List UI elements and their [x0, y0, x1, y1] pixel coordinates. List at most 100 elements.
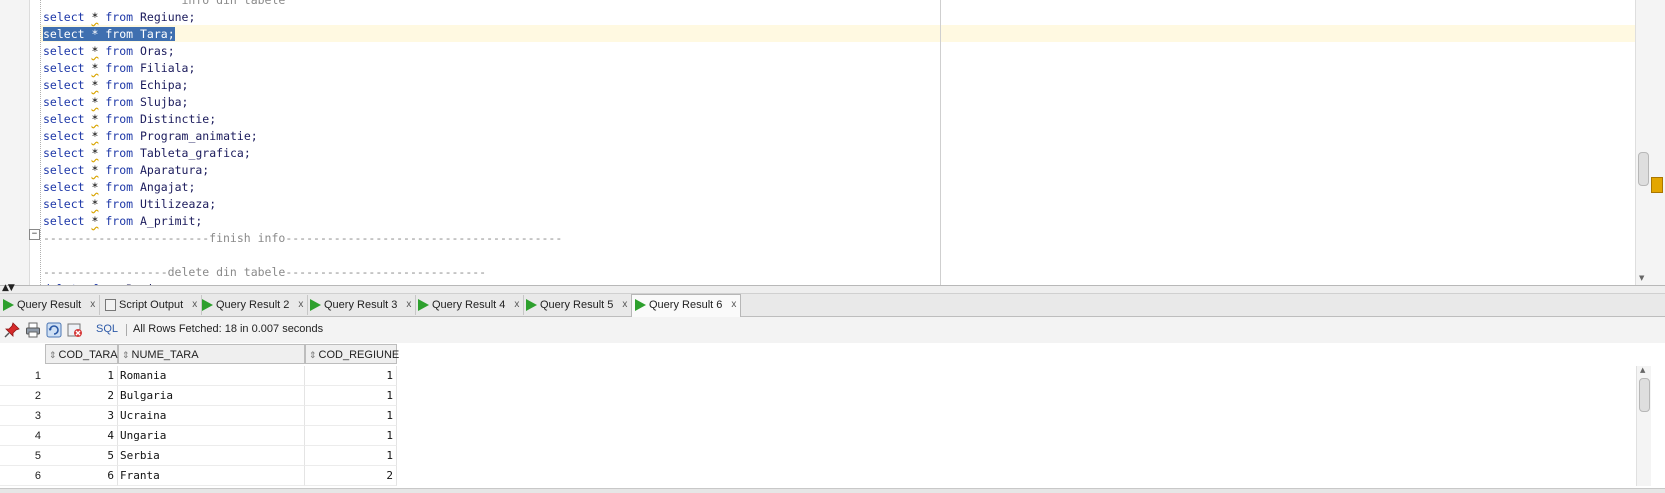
tab-query-result-5[interactable]: Query Result 5 x [523, 295, 633, 315]
tab-query-result-2[interactable]: Query Result 2 x [199, 295, 309, 315]
close-tab-icon[interactable]: x [298, 299, 303, 310]
cell-nume-tara[interactable]: Ucraina [118, 406, 305, 426]
code-lines[interactable]: info din tabele select * from Regiune; sel… [43, 0, 562, 285]
close-tab-icon[interactable]: x [90, 299, 95, 310]
grid-scroll-thumb[interactable] [1639, 378, 1650, 412]
script-icon [105, 299, 116, 312]
cell-cod-regiune[interactable]: 1 [305, 426, 397, 446]
row-number[interactable]: 6 [0, 466, 45, 486]
tab-label: Query Result 2 [216, 299, 290, 312]
row-number[interactable]: 1 [0, 366, 45, 386]
refresh-icon[interactable] [46, 322, 62, 338]
code-line[interactable]: info din tabele [43, 0, 562, 9]
cell-cod-tara[interactable]: 2 [45, 386, 118, 406]
sort-icon[interactable]: ⇕ [309, 350, 317, 360]
cell-cod-regiune[interactable]: 1 [305, 366, 397, 386]
table-row[interactable]: 1 1 Romania 1 [0, 366, 400, 386]
result-grid[interactable]: ⇕ COD_TARA ⇕ NUME_TARA ⇕ COD_REGIUNE 1 1 Roma… [0, 344, 1665, 492]
sql-keyword: from [105, 78, 134, 92]
cell-nume-tara[interactable]: Franta [118, 466, 305, 486]
sql-table-name: Utilizeaza; [140, 197, 217, 211]
cancel-icon[interactable] [67, 322, 83, 338]
sql-table-name: Oras; [140, 44, 175, 58]
column-header-cod-regiune[interactable]: ⇕ COD_REGIUNE [305, 344, 399, 364]
cell-cod-regiune[interactable]: 2 [305, 466, 397, 486]
tab-script-output[interactable]: Script Output x [102, 295, 203, 315]
code-line[interactable] [43, 247, 562, 264]
cell-cod-regiune[interactable]: 1 [305, 406, 397, 426]
column-header-nume-tara[interactable]: ⇕ NUME_TARA [118, 344, 305, 364]
window-bottom-edge [0, 488, 1665, 493]
cell-nume-tara[interactable]: Serbia [118, 446, 305, 466]
code-line[interactable]: select * from Echipa; [43, 77, 562, 94]
cell-cod-tara[interactable]: 5 [45, 446, 118, 466]
table-row[interactable]: 4 4 Ungaria 1 [0, 426, 400, 446]
editor-vertical-scrollbar[interactable]: ▼ [1635, 0, 1650, 285]
code-line[interactable]: select * from Slujba; [43, 94, 562, 111]
row-number[interactable]: 3 [0, 406, 45, 426]
cell-cod-tara[interactable]: 1 [45, 366, 118, 386]
print-icon[interactable] [25, 322, 41, 338]
sql-keyword: select [43, 197, 85, 211]
column-header-cod-tara[interactable]: ⇕ COD_TARA [45, 344, 118, 364]
code-comment: ------------------delete din tabele-----… [43, 265, 487, 279]
code-line[interactable]: select * from Distinctie; [43, 111, 562, 128]
code-line[interactable]: select * from Angajat; [43, 179, 562, 196]
sql-editor[interactable]: info din tabele select * from Regiune; sel… [0, 0, 1665, 286]
code-line[interactable]: select * from Tara; [43, 26, 562, 43]
row-number[interactable]: 5 [0, 446, 45, 466]
cell-cod-regiune[interactable]: 1 [305, 446, 397, 466]
panel-splitter[interactable]: ▲▼ [0, 283, 1665, 294]
table-row[interactable]: 3 3 Ucraina 1 [0, 406, 400, 426]
code-line[interactable]: ------------------delete din tabele-----… [43, 264, 562, 281]
row-number[interactable]: 2 [0, 386, 45, 406]
sql-wildcard: * [91, 163, 99, 177]
cell-cod-tara[interactable]: 4 [45, 426, 118, 446]
cell-cod-tara[interactable]: 6 [45, 466, 118, 486]
tab-query-result-4[interactable]: Query Result 4 x [415, 295, 525, 315]
code-line[interactable]: ------------------------finish info-----… [43, 230, 562, 247]
warning-marker-icon[interactable] [1651, 177, 1663, 193]
cell-cod-tara[interactable]: 3 [45, 406, 118, 426]
table-row[interactable]: 6 6 Franta 2 [0, 466, 400, 486]
code-line[interactable]: select * from Tableta_grafica; [43, 145, 562, 162]
right-margin-line [940, 0, 941, 285]
grid-vertical-scrollbar[interactable]: ▲ [1636, 366, 1651, 486]
sql-link[interactable]: SQL [96, 323, 118, 335]
code-line[interactable]: select * from A_primit; [43, 213, 562, 230]
code-line[interactable]: select * from Aparatura; [43, 162, 562, 179]
table-row[interactable]: 5 5 Serbia 1 [0, 446, 400, 466]
cell-nume-tara[interactable]: Romania [118, 366, 305, 386]
sql-keyword: from [105, 27, 134, 41]
close-tab-icon[interactable]: x [622, 299, 627, 310]
code-line[interactable]: select * from Utilizeaza; [43, 196, 562, 213]
close-tab-icon[interactable]: x [514, 299, 519, 310]
tab-query-result-3[interactable]: Query Result 3 x [307, 295, 417, 315]
close-tab-icon[interactable]: x [406, 299, 411, 310]
row-number[interactable]: 4 [0, 426, 45, 446]
scroll-down-icon[interactable]: ▼ [1639, 274, 1644, 282]
sql-keyword: select [43, 61, 85, 75]
code-line[interactable]: select * from Oras; [43, 43, 562, 60]
sql-keyword: from [105, 95, 134, 109]
code-line[interactable]: select * from Program_animatie; [43, 128, 562, 145]
code-line[interactable]: select * from Filiala; [43, 60, 562, 77]
editor-scroll-thumb[interactable] [1638, 152, 1649, 186]
cell-nume-tara[interactable]: Ungaria [118, 426, 305, 446]
splitter-arrows-icon[interactable]: ▲▼ [2, 283, 15, 293]
pin-icon[interactable] [4, 322, 20, 338]
code-line[interactable]: select * from Regiune; [43, 9, 562, 26]
close-tab-icon[interactable]: x [731, 299, 736, 310]
sort-icon[interactable]: ⇕ [122, 350, 130, 360]
tab-query-result-6[interactable]: Query Result 6 x [631, 294, 742, 317]
cell-cod-regiune[interactable]: 1 [305, 386, 397, 406]
close-tab-icon[interactable]: x [192, 299, 197, 310]
sql-keyword: select [43, 10, 85, 24]
fold-toggle-icon[interactable]: − [29, 229, 40, 240]
sql-keyword: select [43, 129, 85, 143]
cell-nume-tara[interactable]: Bulgaria [118, 386, 305, 406]
sort-icon[interactable]: ⇕ [49, 350, 57, 360]
table-row[interactable]: 2 2 Bulgaria 1 [0, 386, 400, 406]
tab-query-result[interactable]: Query Result x [0, 295, 101, 315]
scroll-up-icon[interactable]: ▲ [1640, 366, 1645, 374]
